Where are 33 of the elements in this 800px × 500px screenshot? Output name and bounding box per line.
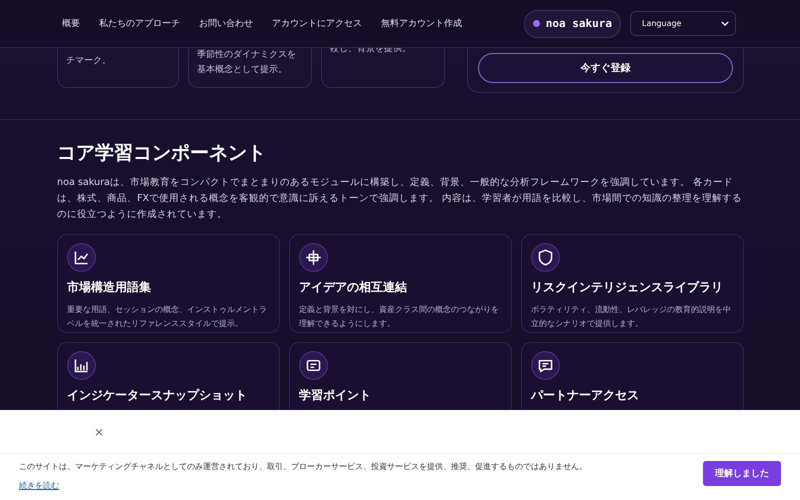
disclaimer-text: このサイトは、マーケティングチャネルとしてのみ運営されており、取引、ブローカーサービス、投資サービスを提供、推奨、促進するものではありません。 — [19, 461, 587, 473]
dot-icon — [532, 20, 540, 27]
card-title: パートナーアクセス — [531, 387, 640, 404]
card-title: 市場構造用語集 — [67, 279, 152, 296]
card-title: アイデアの相互連結 — [299, 279, 408, 296]
close-button[interactable]: × — [92, 424, 106, 438]
nav-link[interactable]: 私たちのアプローチ — [99, 17, 180, 30]
card-title: リスクインテリジェンスライブラリ — [531, 279, 724, 296]
nav-link[interactable]: アカウントにアクセス — [272, 17, 362, 30]
note-icon — [299, 351, 328, 380]
card-text: チマーク。 — [66, 55, 112, 68]
card-text: ボラティリティ、流動性、レバレッジの教育的説明を中立的なシナリオで提供します。 — [531, 304, 732, 330]
shield-icon — [531, 243, 560, 272]
card-title: インジケータースナップショット — [67, 387, 248, 404]
language-select[interactable]: Language — [630, 11, 736, 36]
nav-link[interactable]: お問い合わせ — [199, 17, 253, 30]
signup-button[interactable]: 今すぐ登録 — [478, 53, 733, 83]
card-text: 季節性のダイナミクスを基本概念として提示。 — [197, 48, 297, 77]
brand-name: noa sakura — [546, 17, 612, 30]
section-heading: コア学習コンポーネント — [57, 141, 267, 166]
accept-button[interactable]: 理解しました — [703, 461, 781, 486]
nav-link[interactable]: 概要 — [62, 17, 80, 30]
card-text: 重要な用語、セッションの概念、インストゥルメントラベルを統一されたリファレンススタイルで提示。 — [67, 304, 268, 330]
nav-link[interactable]: 無料アカウント作成 — [381, 17, 462, 30]
card-title: 学習ポイント — [299, 387, 372, 404]
card-text: 定義と背景を対にし、資産クラス間の概念のつながりを理解できるようにします。 — [299, 304, 500, 330]
chat-bubble-icon — [531, 351, 560, 380]
line-chart-icon — [67, 243, 96, 272]
caret-icon — [721, 21, 729, 26]
crosshair-icon — [299, 243, 328, 272]
bar-chart-icon — [67, 351, 96, 380]
read-more-link[interactable]: 続きを読む — [19, 480, 59, 491]
intro-paragraph: noa sakuraは、市場教育をコンパクトでまとまりのあるモジュールに構築し、定義、背景、一般的な分析フレームワークを強調しています。 各カードは、株式、商品、FXで使用される概念を客観的で意識に訴えるトーンで強調します。 内容は、学習者が用語を比較し、市場間での知識の整理を理解するのに役立つように作成されています。 — [57, 176, 744, 222]
